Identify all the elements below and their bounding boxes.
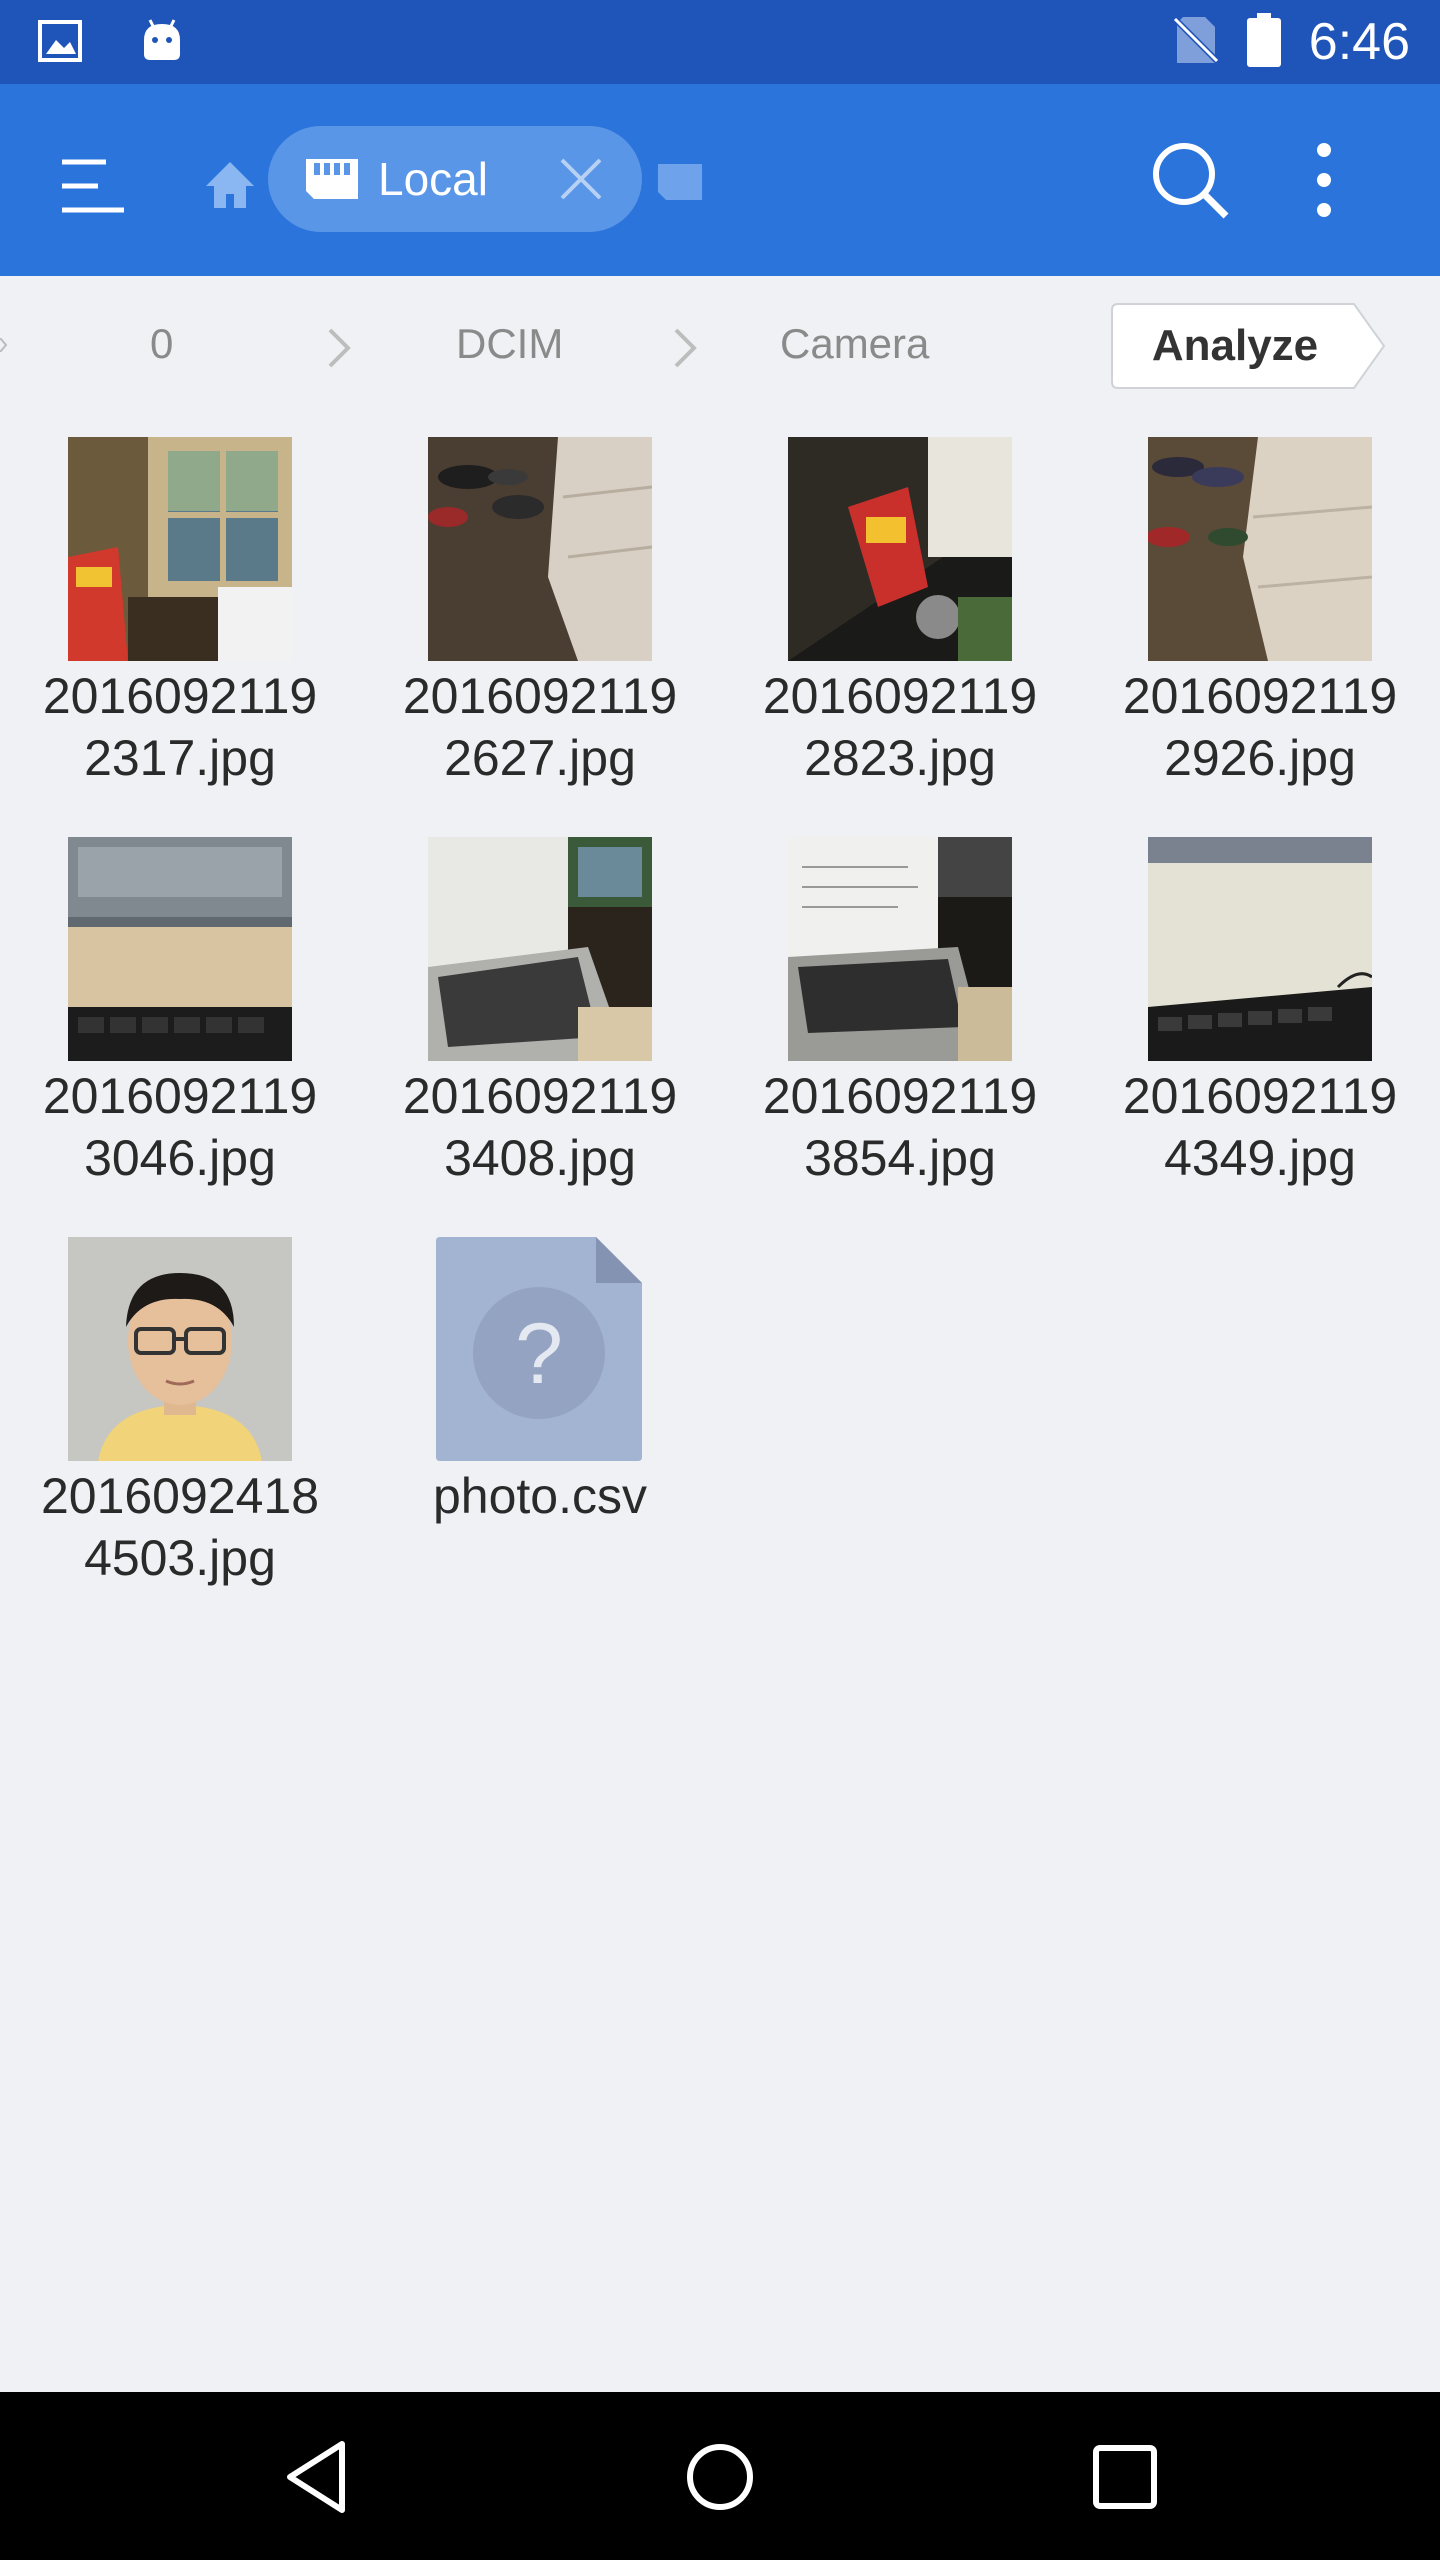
- image-notification-icon: [38, 18, 84, 69]
- file-name: 2016092119 2317.jpg: [42, 668, 318, 786]
- breadcrumb-item-camera[interactable]: Camera: [780, 320, 929, 368]
- more-options-button[interactable]: [1294, 136, 1354, 226]
- file-name: 2016092119 4349.jpg: [1122, 1068, 1398, 1186]
- file-name: 2016092119 2823.jpg: [762, 668, 1038, 786]
- file-item[interactable]: ? photo.csv: [360, 1237, 720, 1537]
- breadcrumb-item-0[interactable]: 0: [150, 320, 173, 368]
- tab-close-button[interactable]: [558, 156, 604, 202]
- home-button[interactable]: [200, 156, 260, 216]
- battery-icon: [1246, 12, 1281, 72]
- navigation-bar: [0, 2392, 1440, 2560]
- analyze-label: Analyze: [1151, 321, 1319, 370]
- search-icon: [1153, 143, 1229, 219]
- tab-local[interactable]: Local: [268, 126, 642, 232]
- menu-icon: [62, 159, 124, 213]
- image-thumbnail: [788, 837, 1012, 1061]
- app-bar: Local: [0, 84, 1440, 276]
- back-button[interactable]: [272, 2432, 362, 2522]
- chevron-right-icon: [674, 328, 697, 368]
- file-item[interactable]: 2016092119 2317.jpg: [0, 437, 360, 797]
- image-thumbnail: [68, 437, 292, 661]
- file-item[interactable]: 2016092119 3408.jpg: [360, 837, 720, 1197]
- file-name: 2016092119 3408.jpg: [402, 1068, 678, 1186]
- file-item[interactable]: 2016092119 3854.jpg: [720, 837, 1080, 1197]
- file-name: 2016092119 3854.jpg: [762, 1068, 1038, 1186]
- tab-storage[interactable]: [656, 160, 704, 204]
- file-item[interactable]: 2016092119 3046.jpg: [0, 837, 360, 1197]
- home-icon: [206, 162, 254, 208]
- file-item[interactable]: 2016092119 2926.jpg: [1080, 437, 1440, 797]
- back-icon: [287, 2441, 345, 2513]
- chevron-right-icon: [328, 328, 351, 368]
- unknown-file-icon: ?: [436, 1237, 642, 1461]
- breadcrumb-item-dcim[interactable]: DCIM: [456, 320, 563, 368]
- image-thumbnail: [1148, 837, 1372, 1061]
- android-notification-icon: [140, 18, 184, 69]
- status-time: 6:46: [1308, 13, 1410, 71]
- file-name: 2016092119 2926.jpg: [1122, 668, 1398, 786]
- image-thumbnail: [68, 1237, 292, 1461]
- chevron-right-icon: [0, 338, 8, 352]
- status-bar: 6:46: [0, 0, 1440, 84]
- recents-button[interactable]: [1080, 2432, 1170, 2522]
- file-item[interactable]: 2016092119 4349.jpg: [1080, 837, 1440, 1197]
- file-name: 2016092418 4503.jpg: [40, 1468, 320, 1586]
- status-right: 6:46: [1172, 12, 1410, 72]
- close-icon: [560, 158, 602, 200]
- image-thumbnail: [428, 837, 652, 1061]
- image-thumbnail: [1148, 437, 1372, 661]
- tab-local-label: Local: [378, 153, 488, 205]
- home-nav-button[interactable]: [675, 2432, 765, 2522]
- home-circle-icon: [687, 2444, 753, 2510]
- image-thumbnail: [68, 837, 292, 1061]
- recents-icon: [1093, 2445, 1157, 2509]
- menu-button[interactable]: [52, 146, 132, 226]
- storage-icon: [306, 159, 358, 199]
- no-sim-icon: [1172, 15, 1219, 70]
- file-name: 2016092119 2627.jpg: [402, 668, 678, 786]
- file-item[interactable]: 2016092418 4503.jpg: [0, 1237, 360, 1597]
- file-name: 2016092119 3046.jpg: [42, 1068, 318, 1186]
- file-item[interactable]: 2016092119 2627.jpg: [360, 437, 720, 797]
- search-button[interactable]: [1146, 136, 1236, 226]
- image-thumbnail: [428, 437, 652, 661]
- more-vert-icon: [1317, 143, 1331, 217]
- breadcrumb: 0 DCIM Camera Analyze: [0, 276, 1440, 416]
- storage-icon: [658, 164, 702, 200]
- image-thumbnail: [788, 437, 1012, 661]
- analyze-button[interactable]: Analyze: [1110, 302, 1388, 390]
- status-left: [38, 18, 184, 69]
- file-item[interactable]: 2016092119 2823.jpg: [720, 437, 1080, 797]
- file-name: photo.csv: [432, 1468, 647, 1524]
- svg-text:?: ?: [515, 1306, 563, 1402]
